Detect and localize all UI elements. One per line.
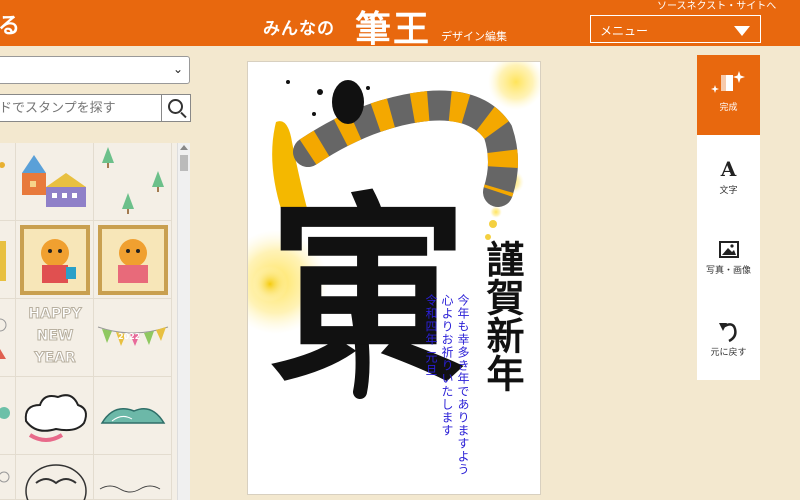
undo-icon	[719, 323, 737, 343]
stamp-tile[interactable]	[16, 455, 94, 500]
message-line-1[interactable]: 今年も幸多き年でありますよう	[455, 294, 471, 476]
stamp-tile[interactable]	[94, 455, 172, 500]
stamp-tile[interactable]	[0, 221, 16, 299]
logo-small-text: みんなの	[263, 19, 335, 39]
stamp-tiger-frame-image	[98, 225, 168, 295]
stamp-tile[interactable]	[0, 455, 16, 500]
stamp-tile[interactable]	[94, 143, 172, 221]
finish-button-label: 完成	[719, 103, 738, 113]
scrollbar-thumb[interactable]	[180, 155, 188, 171]
stamp-tiger-frame-image	[20, 225, 90, 295]
stamp-partial-image	[0, 241, 6, 281]
text-tool-label: 文字	[719, 186, 738, 196]
photo-image-tool-label: 写真・画像	[705, 266, 751, 276]
text-a-icon: A	[720, 157, 737, 181]
message-line-3[interactable]: 令和四年 元旦	[423, 294, 439, 377]
stamp-partial-image	[0, 162, 5, 168]
stamp-houses-image	[22, 155, 86, 207]
logo-subtitle: デザイン編集	[441, 30, 507, 43]
photo-image-tool-button[interactable]: 写真・画像	[697, 219, 760, 299]
header-left-fragment: る	[0, 14, 21, 39]
stamp-banner-year: 2022	[118, 332, 141, 341]
stamp-cloud-image	[24, 394, 87, 442]
stamp-tile[interactable]: 2022	[94, 299, 172, 377]
stamp-tile[interactable]	[16, 377, 94, 455]
undo-button[interactable]: 元に戻す	[697, 301, 760, 381]
stamp-tile[interactable]	[94, 221, 172, 299]
undo-button-label: 元に戻す	[710, 348, 747, 358]
scroll-up-arrow-icon[interactable]	[180, 145, 188, 150]
stamp-partial-image	[0, 318, 7, 359]
stamp-waves-image	[100, 408, 166, 424]
chevron-down-icon: ⌄	[172, 62, 183, 76]
happy-new-year-stamp: HAPPY NEW YEAR	[28, 306, 82, 367]
message-line-2[interactable]: 心よりお祈りいたします	[439, 294, 455, 437]
search-button[interactable]	[162, 94, 191, 122]
stamp-lettering-image	[25, 464, 87, 500]
greeting-kinga-shinnen[interactable]: 謹賀新年	[470, 240, 524, 392]
stamp-tile[interactable]	[16, 143, 94, 221]
sourcenext-site-link[interactable]: ソースネクスト・サイトへ	[657, 0, 776, 12]
new-year-card-canvas[interactable]: 寅 謹賀新年 今年も幸多き年でありますよう 心よりお祈りいたします 令和四年 元…	[247, 61, 541, 495]
stamp-category-select[interactable]: ⌄	[0, 56, 190, 84]
menu-dropdown[interactable]: メニュー	[590, 15, 761, 43]
stamp-tile[interactable]	[16, 221, 94, 299]
stamp-tile[interactable]	[94, 377, 172, 455]
editor-toolbar: 完成 A 文字 写真・画像 元に戻す	[697, 55, 760, 380]
text-tool-button[interactable]: A 文字	[697, 137, 760, 217]
stamp-search-input[interactable]	[0, 98, 159, 118]
stamp-partial-image	[0, 471, 10, 483]
dropdown-triangle-icon	[734, 26, 750, 36]
stamp-grid-scrollbar[interactable]	[177, 143, 190, 500]
menu-dropdown-label: メニュー	[600, 24, 649, 38]
stamp-tile[interactable]	[0, 299, 16, 377]
logo-brand-text: 筆王	[355, 8, 432, 50]
stamp-tile[interactable]: HAPPY NEW YEAR	[16, 299, 94, 377]
stamp-trees-image	[102, 147, 164, 214]
stamp-grid: HAPPY NEW YEAR 2022	[0, 143, 177, 500]
app-header: る みんなの 筆王 デザイン編集 ソースネクスト・サイトへ メニュー	[0, 0, 800, 50]
stamp-tile[interactable]	[0, 143, 16, 221]
finish-button[interactable]: 完成	[697, 55, 760, 135]
stamp-partial-image	[0, 407, 10, 419]
stamp-script-image	[99, 485, 161, 493]
stamp-search-box[interactable]	[0, 94, 162, 122]
stamp-tile[interactable]	[0, 377, 16, 455]
